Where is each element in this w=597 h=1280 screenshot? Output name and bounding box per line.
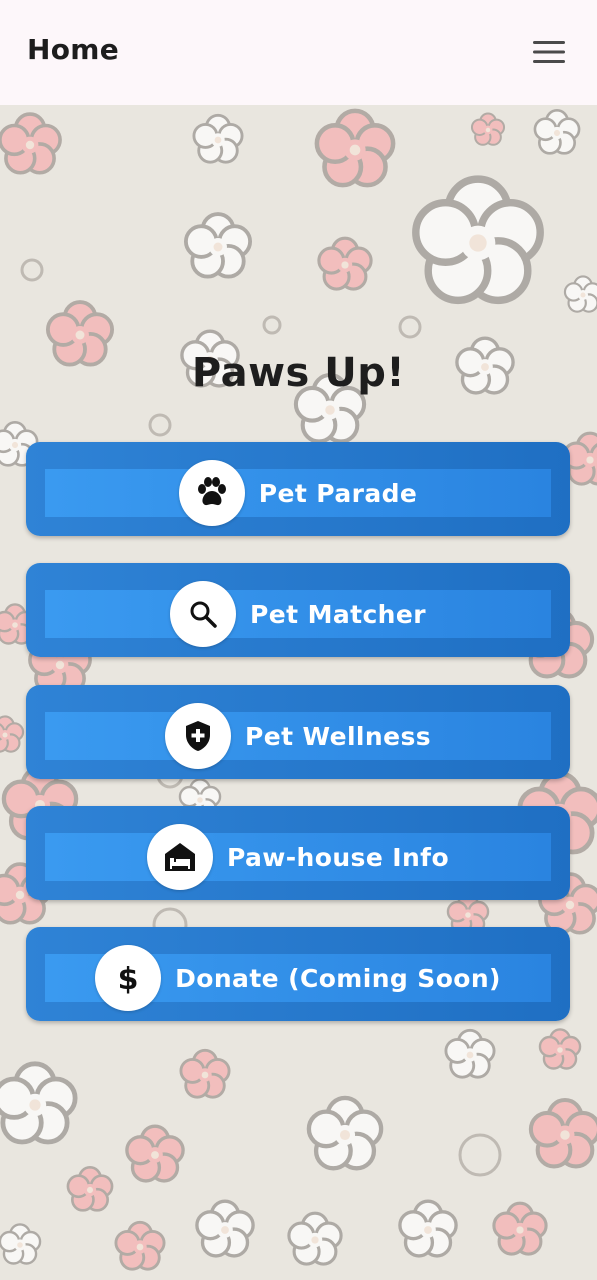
decorative-flower	[114, 1220, 166, 1271]
decorative-flower	[444, 1028, 496, 1079]
headline: Paws Up!	[191, 350, 406, 396]
decorative-flower	[538, 1028, 582, 1070]
svg-text:$: $	[118, 962, 139, 995]
page-title: Home	[27, 33, 120, 66]
decorative-flower	[398, 1199, 458, 1258]
decorative-flower	[0, 1061, 78, 1145]
decorative-flower	[533, 109, 581, 155]
house-bed-icon	[164, 843, 195, 871]
hamburger-menu-icon	[533, 41, 565, 63]
paw-house-info-button[interactable]: Paw-house Info	[26, 806, 570, 900]
decorative-flower	[183, 212, 253, 279]
app-bar: Home	[0, 0, 597, 105]
decorative-flower	[125, 1124, 185, 1183]
decorative-ring	[148, 413, 172, 437]
pet-parade-button[interactable]: Pet Parade	[26, 442, 570, 536]
decorative-ring	[458, 1133, 502, 1177]
donate-button[interactable]: $ Donate (Coming Soon)	[26, 927, 570, 1021]
decorative-flower	[0, 715, 25, 753]
decorative-flower	[306, 1095, 384, 1171]
decorative-flower	[314, 108, 396, 188]
decorative-flower	[66, 1166, 114, 1212]
pet-matcher-label: Pet Matcher	[250, 599, 426, 629]
decorative-flower	[287, 1211, 343, 1266]
decorative-ring	[20, 258, 44, 282]
decorative-flower	[528, 1097, 597, 1169]
decorative-ring	[398, 315, 422, 339]
decorative-flower	[317, 236, 373, 291]
decorative-flower	[179, 1048, 231, 1099]
paw-icon	[197, 477, 226, 506]
decorative-flower	[563, 275, 597, 313]
paw-house-info-label: Paw-house Info	[226, 842, 450, 872]
shield-plus-icon	[185, 721, 210, 751]
donate-label: Donate (Coming Soon)	[175, 963, 501, 993]
search-icon	[190, 601, 217, 628]
decorative-flower	[0, 112, 62, 175]
pet-parade-label: Pet Parade	[258, 478, 418, 508]
decorative-flower	[195, 1199, 255, 1258]
decorative-flower	[492, 1201, 548, 1256]
pet-wellness-label: Pet Wellness	[244, 721, 432, 751]
decorative-flower	[192, 113, 244, 164]
pet-matcher-button[interactable]: Pet Matcher	[26, 563, 570, 657]
decorative-flower	[412, 175, 544, 305]
pet-wellness-button[interactable]: Pet Wellness	[26, 685, 570, 779]
decorative-ring	[262, 315, 282, 335]
decorative-flower	[470, 112, 506, 146]
menu-button[interactable]	[522, 30, 576, 74]
decorative-flower	[0, 1223, 42, 1265]
dollar-icon: $	[118, 962, 139, 995]
